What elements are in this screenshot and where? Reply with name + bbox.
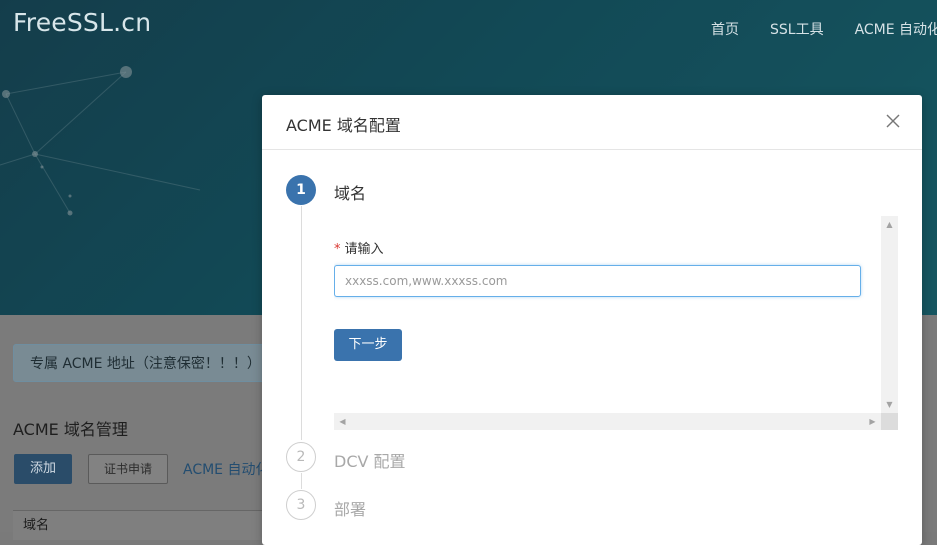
vertical-scrollbar[interactable]: ▲ ▼ (881, 216, 898, 413)
cert-apply-button[interactable]: 证书申请 (88, 454, 168, 484)
scroll-up-icon[interactable]: ▲ (881, 216, 898, 233)
site-logo[interactable]: FreeSSL.cn (13, 8, 151, 37)
domain-field-label-text: 请输入 (344, 242, 384, 257)
close-icon[interactable] (884, 112, 902, 130)
step-connector-2 (301, 473, 302, 489)
scrollbar-corner (881, 413, 898, 430)
table-header-domain: 域名 (13, 510, 273, 540)
required-mark: * (334, 242, 341, 257)
step-3-indicator: 3 (286, 490, 316, 520)
step-connector-1 (301, 206, 302, 440)
nav-item-ssl-tools[interactable]: SSL工具 (770, 19, 824, 39)
modal-title: ACME 域名配置 (286, 116, 401, 135)
acme-domain-config-modal: ACME 域名配置 1 域名 *请输入 下一步 ▲ ▼ ◀ ▶ 2 DCV 配置… (262, 95, 922, 545)
section-title: ACME 域名管理 (13, 420, 128, 439)
step-1-label: 域名 (334, 184, 367, 203)
domain-input[interactable] (334, 265, 861, 297)
scroll-right-icon[interactable]: ▶ (864, 413, 881, 430)
step-3-label: 部署 (334, 500, 367, 519)
acme-auto-link[interactable]: ACME 自动化 (183, 459, 269, 479)
domain-field-label: * 请输入 (334, 238, 384, 257)
top-nav: 首页 SSL工具 ACME 自动化 (711, 19, 937, 39)
scroll-down-icon[interactable]: ▼ (881, 396, 898, 413)
step-2-label: DCV 配置 (334, 452, 406, 471)
step-2-indicator: 2 (286, 442, 316, 472)
step-1-indicator: 1 (286, 175, 316, 205)
add-button[interactable]: 添加 (14, 454, 72, 484)
nav-item-home[interactable]: 首页 (711, 19, 739, 39)
modal-header: ACME 域名配置 (262, 95, 922, 150)
horizontal-scrollbar[interactable]: ◀ ▶ (334, 413, 881, 430)
next-step-button[interactable]: 下一步 (334, 329, 402, 361)
scroll-left-icon[interactable]: ◀ (334, 413, 351, 430)
nav-item-acme[interactable]: ACME 自动化 (855, 19, 937, 39)
step-1-content: *请输入 下一步 ▲ ▼ ◀ ▶ (334, 216, 898, 430)
